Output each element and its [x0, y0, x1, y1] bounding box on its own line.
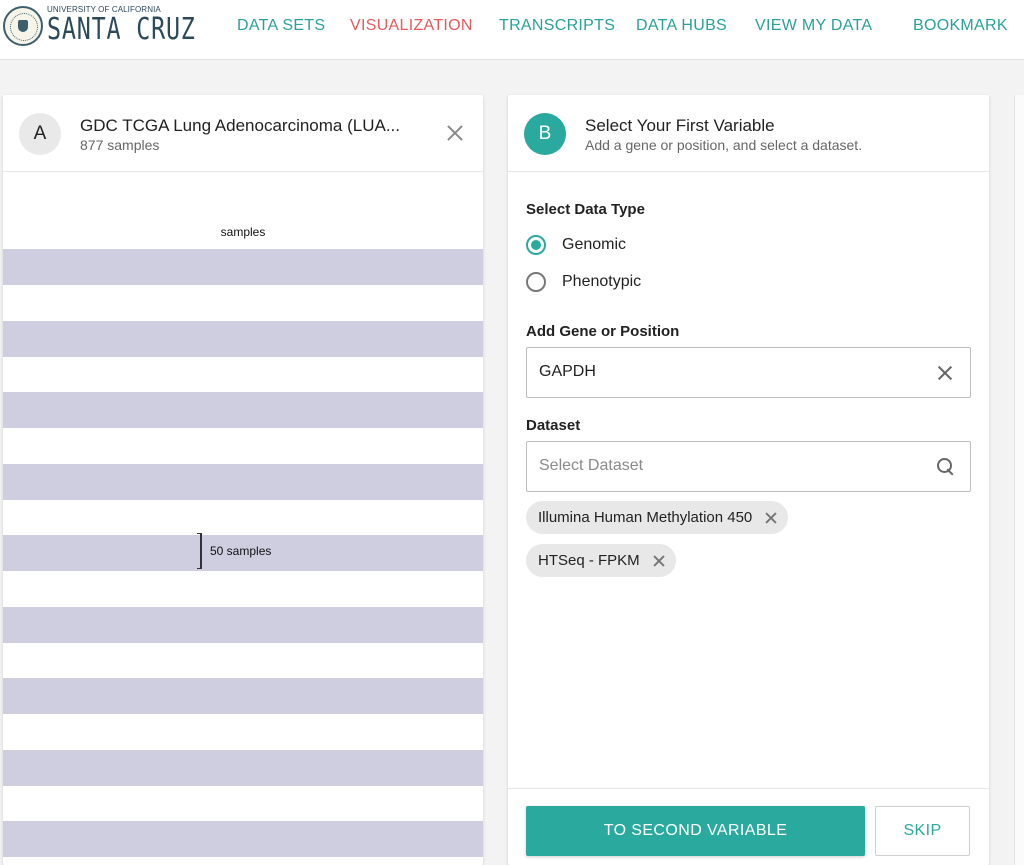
sample-stripe [3, 392, 483, 428]
sample-stripe [3, 249, 483, 285]
nav-visualization[interactable]: VISUALIZATION [350, 17, 473, 35]
card-footer-divider [508, 788, 989, 789]
column-b-card: B Select Your First Variable Add a gene … [508, 95, 989, 865]
gene-position-label: Add Gene or Position [526, 323, 680, 340]
sample-stripe [3, 321, 483, 357]
column-a-badge: A [19, 113, 61, 155]
dataset-label: Dataset [526, 417, 581, 434]
dataset-chip: Illumina Human Methylation 450 [526, 501, 789, 534]
sample-scale-label: 50 samples [210, 544, 272, 558]
column-a-header: A GDC TCGA Lung Adenocarcinoma (LUA... 8… [3, 95, 483, 172]
gene-position-value: GAPDH [539, 363, 596, 380]
ucsc-logo[interactable]: UNIVERSITY OF CALIFORNIA SANTA CRUZ [3, 4, 195, 50]
sample-stripe [3, 821, 483, 857]
dataset-chip-label: HTSeq - FPKM [538, 552, 640, 569]
remove-chip-icon[interactable] [764, 511, 778, 525]
nav-transcripts[interactable]: TRANSCRIPTS [499, 17, 615, 35]
dataset-chip-label: Illumina Human Methylation 450 [538, 509, 753, 526]
dataset-placeholder: Select Dataset [539, 457, 644, 474]
dataset-chip: HTSeq - FPKM [526, 544, 676, 577]
column-a-card: A GDC TCGA Lung Adenocarcinoma (LUA... 8… [3, 95, 483, 865]
nav-bookmark[interactable]: BOOKMARK [913, 17, 1008, 35]
nav-view-my-data[interactable]: VIEW MY DATA [755, 17, 872, 35]
column-b-header: B Select Your First Variable Add a gene … [508, 95, 989, 172]
sample-stripe [3, 678, 483, 714]
university-seal-icon [3, 6, 43, 46]
wizard-step-subtitle: Add a gene or position, and select a dat… [585, 137, 863, 153]
dataset-search-input[interactable]: Select Dataset [526, 441, 971, 492]
radio-genomic-label: Genomic [562, 236, 627, 253]
sample-scale-bracket [197, 533, 202, 569]
top-nav-bar: UNIVERSITY OF CALIFORNIA SANTA CRUZ DATA… [0, 0, 1024, 60]
remove-chip-icon[interactable] [652, 554, 666, 568]
samples-axis-label: samples [220, 225, 266, 239]
nav-data-sets[interactable]: DATA SETS [237, 17, 325, 35]
logo-main-text: SANTA CRUZ [47, 12, 196, 47]
radio-phenotypic-label: Phenotypic [562, 273, 642, 290]
data-type-label: Select Data Type [526, 201, 645, 218]
sample-stripe [3, 464, 483, 500]
cohort-sample-count: 877 samples [80, 137, 160, 153]
sample-stripe [3, 607, 483, 643]
column-b-badge: B [524, 113, 566, 155]
radio-phenotypic-indicator[interactable] [526, 272, 546, 292]
wizard-step-title: Select Your First Variable [585, 116, 775, 135]
sample-stripe [3, 750, 483, 786]
clear-gene-icon[interactable] [936, 364, 954, 382]
radio-phenotypic[interactable]: Phenotypic [526, 270, 641, 294]
column-c-card-edge [1014, 95, 1024, 865]
nav-data-hubs[interactable]: DATA HUBS [636, 17, 727, 35]
radio-genomic[interactable]: Genomic [526, 233, 626, 257]
close-column-icon[interactable] [445, 123, 465, 143]
search-icon[interactable] [936, 457, 956, 477]
cohort-title: GDC TCGA Lung Adenocarcinoma (LUA... [80, 116, 401, 135]
radio-genomic-indicator[interactable] [526, 235, 546, 255]
gene-position-input[interactable]: GAPDH [526, 347, 971, 398]
